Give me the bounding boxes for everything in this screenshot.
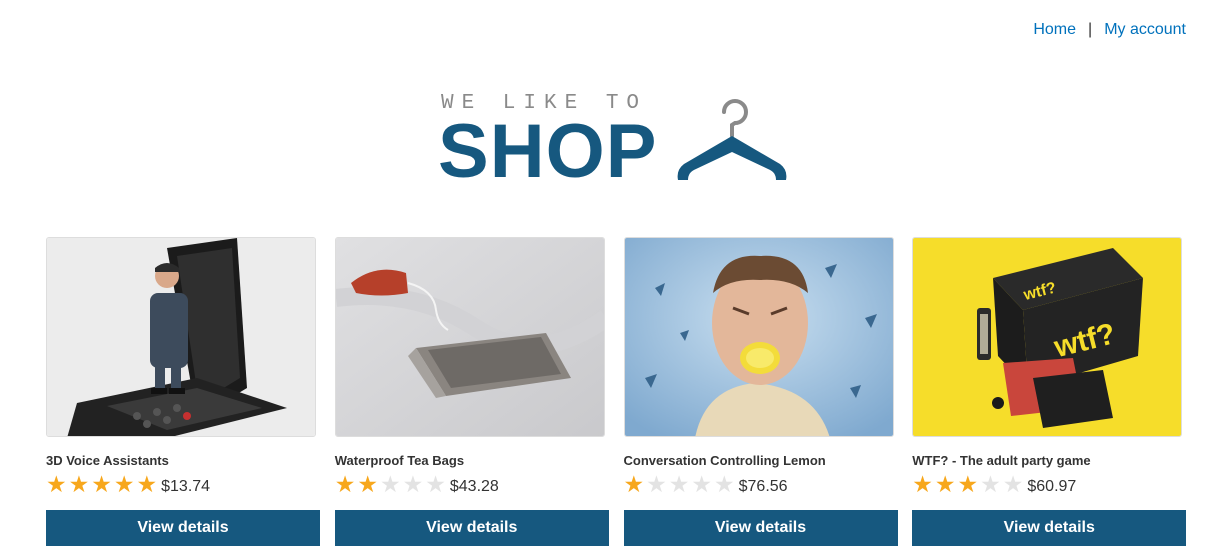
- product-grid: 3D Voice Assistants ★ ★ ★ ★ ★ $13.74 View de…: [46, 237, 1187, 547]
- view-details-button[interactable]: View details: [334, 510, 609, 546]
- star-filled-icon: ★: [912, 472, 933, 498]
- page: Home | My account WE LIKE TO SHOP 3D Voi…: [0, 0, 1225, 553]
- logo-wordmark: SHOP: [438, 109, 658, 194]
- product-image[interactable]: wtf? wtf?: [912, 237, 1183, 437]
- star-empty-icon: ★: [425, 472, 446, 498]
- top-nav: Home | My account: [1033, 21, 1186, 39]
- product-price: $76.56: [738, 477, 788, 495]
- view-details-button[interactable]: View details: [46, 510, 320, 546]
- site-logo[interactable]: WE LIKE TO SHOP: [438, 88, 798, 194]
- home-link[interactable]: Home: [1033, 21, 1076, 39]
- star-filled-icon: ★: [934, 472, 956, 498]
- star-rating: ★ ★ ★ ★ ★: [46, 473, 157, 497]
- product-price: $13.74: [161, 477, 211, 495]
- star-filled-icon: ★: [46, 472, 67, 498]
- star-filled-icon: ★: [623, 472, 645, 498]
- product-price: $60.97: [1027, 477, 1077, 495]
- product-card: Waterproof Tea Bags ★ ★ ★ ★ ★ $43.28 View de…: [334, 237, 609, 547]
- star-filled-icon: ★: [957, 472, 979, 498]
- star-empty-icon: ★: [691, 472, 712, 498]
- star-filled-icon: ★: [136, 472, 158, 498]
- product-image[interactable]: [334, 237, 605, 437]
- product-name[interactable]: WTF? - The adult party game: [912, 453, 1186, 468]
- star-empty-icon: ★: [980, 472, 1001, 498]
- star-filled-icon: ★: [68, 472, 90, 498]
- star-empty-icon: ★: [380, 472, 401, 498]
- star-filled-icon: ★: [334, 472, 356, 498]
- nav-separator: |: [1088, 21, 1093, 38]
- star-empty-icon: ★: [646, 472, 667, 498]
- product-rating: ★ ★ ★ ★ ★ $13.74: [46, 472, 320, 498]
- star-filled-icon: ★: [357, 472, 378, 498]
- product-rating: ★ ★ ★ ★ ★ $60.97: [912, 472, 1186, 498]
- star-empty-icon: ★: [714, 472, 735, 498]
- product-card: 3D Voice Assistants ★ ★ ★ ★ ★ $13.74 View de…: [46, 237, 320, 547]
- product-name[interactable]: 3D Voice Assistants: [46, 453, 320, 468]
- product-image[interactable]: [623, 237, 894, 437]
- view-details-button[interactable]: View details: [623, 510, 898, 546]
- star-rating: ★ ★ ★ ★ ★: [624, 473, 735, 497]
- product-name[interactable]: Waterproof Tea Bags: [335, 453, 609, 468]
- my-account-link[interactable]: My account: [1104, 21, 1186, 39]
- star-empty-icon: ★: [1002, 472, 1024, 498]
- star-filled-icon: ★: [113, 472, 135, 498]
- product-image[interactable]: [46, 237, 316, 437]
- view-details-button[interactable]: View details: [912, 510, 1187, 546]
- product-card: Conversation Controlling Lemon ★ ★ ★ ★ ★ $76…: [623, 237, 898, 547]
- product-card: wtf? wtf? WTF? - The adult party game ★ ★…: [912, 237, 1187, 547]
- star-empty-icon: ★: [668, 472, 690, 498]
- star-rating: ★ ★ ★ ★ ★: [335, 473, 446, 497]
- hanger-icon: [677, 99, 787, 180]
- star-rating: ★ ★ ★ ★ ★: [912, 473, 1023, 497]
- star-empty-icon: ★: [402, 472, 424, 498]
- star-filled-icon: ★: [91, 472, 112, 498]
- product-name[interactable]: Conversation Controlling Lemon: [624, 453, 898, 468]
- product-rating: ★ ★ ★ ★ ★ $43.28: [335, 472, 609, 498]
- product-price: $43.28: [449, 477, 499, 495]
- product-rating: ★ ★ ★ ★ ★ $76.56: [624, 472, 898, 498]
